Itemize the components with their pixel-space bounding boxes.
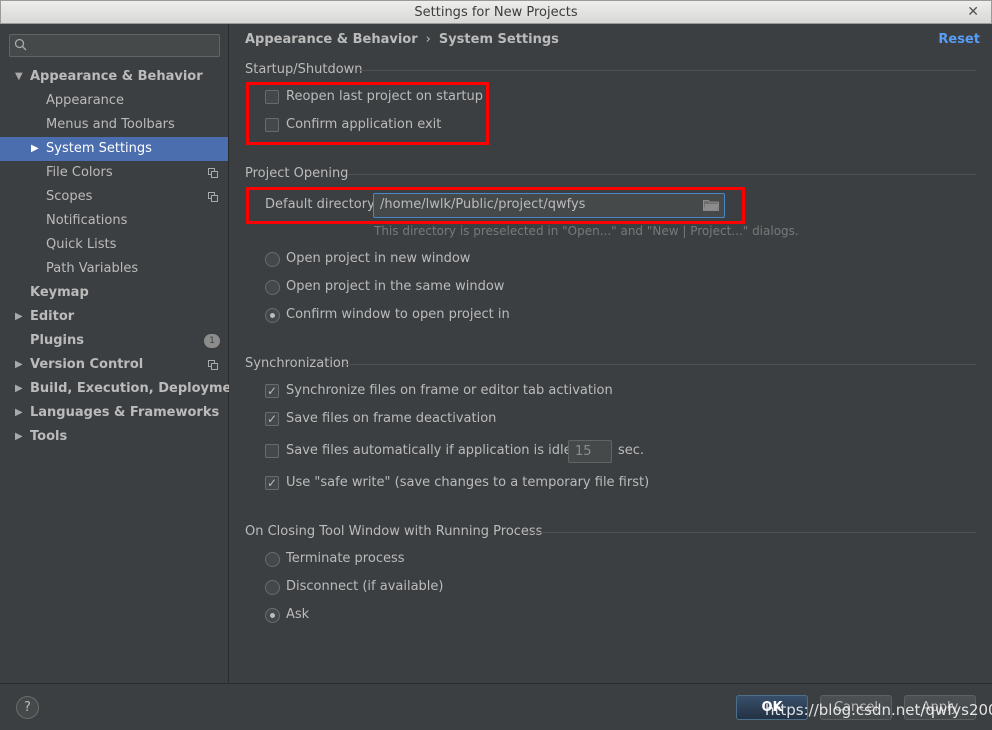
copy-icon: [208, 168, 218, 178]
watermark: https://blog.csdn.net/qwfys200: [765, 701, 992, 719]
sidebar-item-editor[interactable]: ▶ Editor: [0, 305, 228, 329]
radio-circle: [265, 308, 280, 323]
checkbox-box: [265, 118, 279, 132]
breadcrumb-separator: ›: [425, 32, 431, 47]
checkmark-icon: ✓: [267, 412, 278, 426]
search-icon: [14, 38, 27, 51]
close-icon[interactable]: ✕: [967, 4, 979, 20]
section-title-closing: On Closing Tool Window with Running Proc…: [245, 524, 543, 539]
checkbox-box: [265, 444, 279, 458]
sidebar-item-path-variables[interactable]: Path Variables: [0, 257, 228, 281]
default-directory-hint: This directory is preselected in "Open..…: [374, 224, 799, 238]
sidebar-item-menus-toolbars[interactable]: Menus and Toolbars: [0, 113, 228, 137]
settings-content: Appearance & Behavior › System Settings Re…: [229, 24, 992, 683]
checkbox-box: [265, 90, 279, 104]
radio-circle: [265, 252, 280, 267]
sidebar-item-keymap[interactable]: Keymap: [0, 281, 228, 305]
checkbox-box: ✓: [265, 476, 279, 490]
search-input[interactable]: [9, 34, 220, 57]
triangle-right-icon: ▶: [15, 431, 23, 442]
sidebar-item-tools[interactable]: ▶ Tools: [0, 425, 228, 449]
sidebar-item-scopes[interactable]: Scopes: [0, 185, 228, 209]
breadcrumb-parent[interactable]: Appearance & Behavior: [245, 32, 418, 47]
section-divider: [347, 174, 976, 175]
breadcrumb-current: System Settings: [438, 32, 559, 47]
plugins-update-badge: 1: [204, 334, 220, 348]
section-divider: [359, 70, 976, 71]
checkbox-box: ✓: [265, 384, 279, 398]
help-button[interactable]: ?: [16, 696, 39, 719]
triangle-right-icon: ▶: [15, 407, 23, 418]
sidebar-item-build-execution-deployment[interactable]: ▶ Build, Execution, Deployment: [0, 377, 247, 401]
checkmark-icon: ✓: [267, 384, 278, 398]
settings-sidebar: ▼ Appearance & Behavior Appearance Menus…: [0, 24, 247, 683]
sidebar-item-file-colors[interactable]: File Colors: [0, 161, 228, 185]
idle-seconds-unit: sec.: [618, 443, 645, 458]
window-title: Settings for New Projects: [414, 5, 578, 20]
default-directory-input[interactable]: /home/lwlk/Public/project/qwfys: [373, 193, 725, 218]
folder-icon[interactable]: [703, 199, 719, 211]
radio-circle: [265, 280, 280, 295]
radio-circle: [265, 552, 280, 567]
sidebar-item-plugins[interactable]: Plugins 1: [0, 329, 228, 353]
section-title-startup: Startup/Shutdown: [245, 62, 363, 77]
radio-dot: [270, 613, 275, 618]
section-divider: [525, 532, 976, 533]
checkbox-box: ✓: [265, 412, 279, 426]
section-title-synchronization: Synchronization: [245, 356, 350, 371]
section-title-project-opening: Project Opening: [245, 166, 349, 181]
radio-dot: [270, 313, 275, 318]
copy-icon: [208, 192, 218, 202]
copy-icon: [208, 360, 218, 370]
sidebar-item-quick-lists[interactable]: Quick Lists: [0, 233, 228, 257]
radio-circle: [265, 608, 280, 623]
sidebar-item-version-control[interactable]: ▶ Version Control: [0, 353, 228, 377]
sidebar-item-appearance-behavior[interactable]: ▼ Appearance & Behavior: [0, 65, 228, 89]
title-bar: Settings for New Projects ✕: [0, 0, 992, 24]
dialog-button-bar: ? OK Cancel Apply https://blog.csdn.net/…: [0, 683, 992, 730]
triangle-right-icon: ▶: [15, 383, 23, 394]
triangle-right-icon: ▶: [15, 311, 23, 322]
sidebar-item-languages-frameworks[interactable]: ▶ Languages & Frameworks: [0, 401, 228, 425]
sidebar-item-system-settings[interactable]: ▶ System Settings: [0, 137, 228, 161]
sidebar-item-appearance[interactable]: Appearance: [0, 89, 228, 113]
sidebar-item-notifications[interactable]: Notifications: [0, 209, 228, 233]
triangle-right-icon: ▶: [31, 143, 39, 154]
triangle-right-icon: ▶: [15, 359, 23, 370]
section-divider: [343, 364, 976, 365]
reset-link[interactable]: Reset: [938, 32, 980, 47]
default-directory-label: Default directory:: [265, 197, 379, 212]
triangle-down-icon: ▼: [15, 71, 23, 82]
breadcrumb: Appearance & Behavior › System Settings: [245, 32, 559, 47]
checkmark-icon: ✓: [267, 476, 278, 490]
radio-circle: [265, 580, 280, 595]
idle-seconds-input[interactable]: 15: [568, 440, 612, 463]
